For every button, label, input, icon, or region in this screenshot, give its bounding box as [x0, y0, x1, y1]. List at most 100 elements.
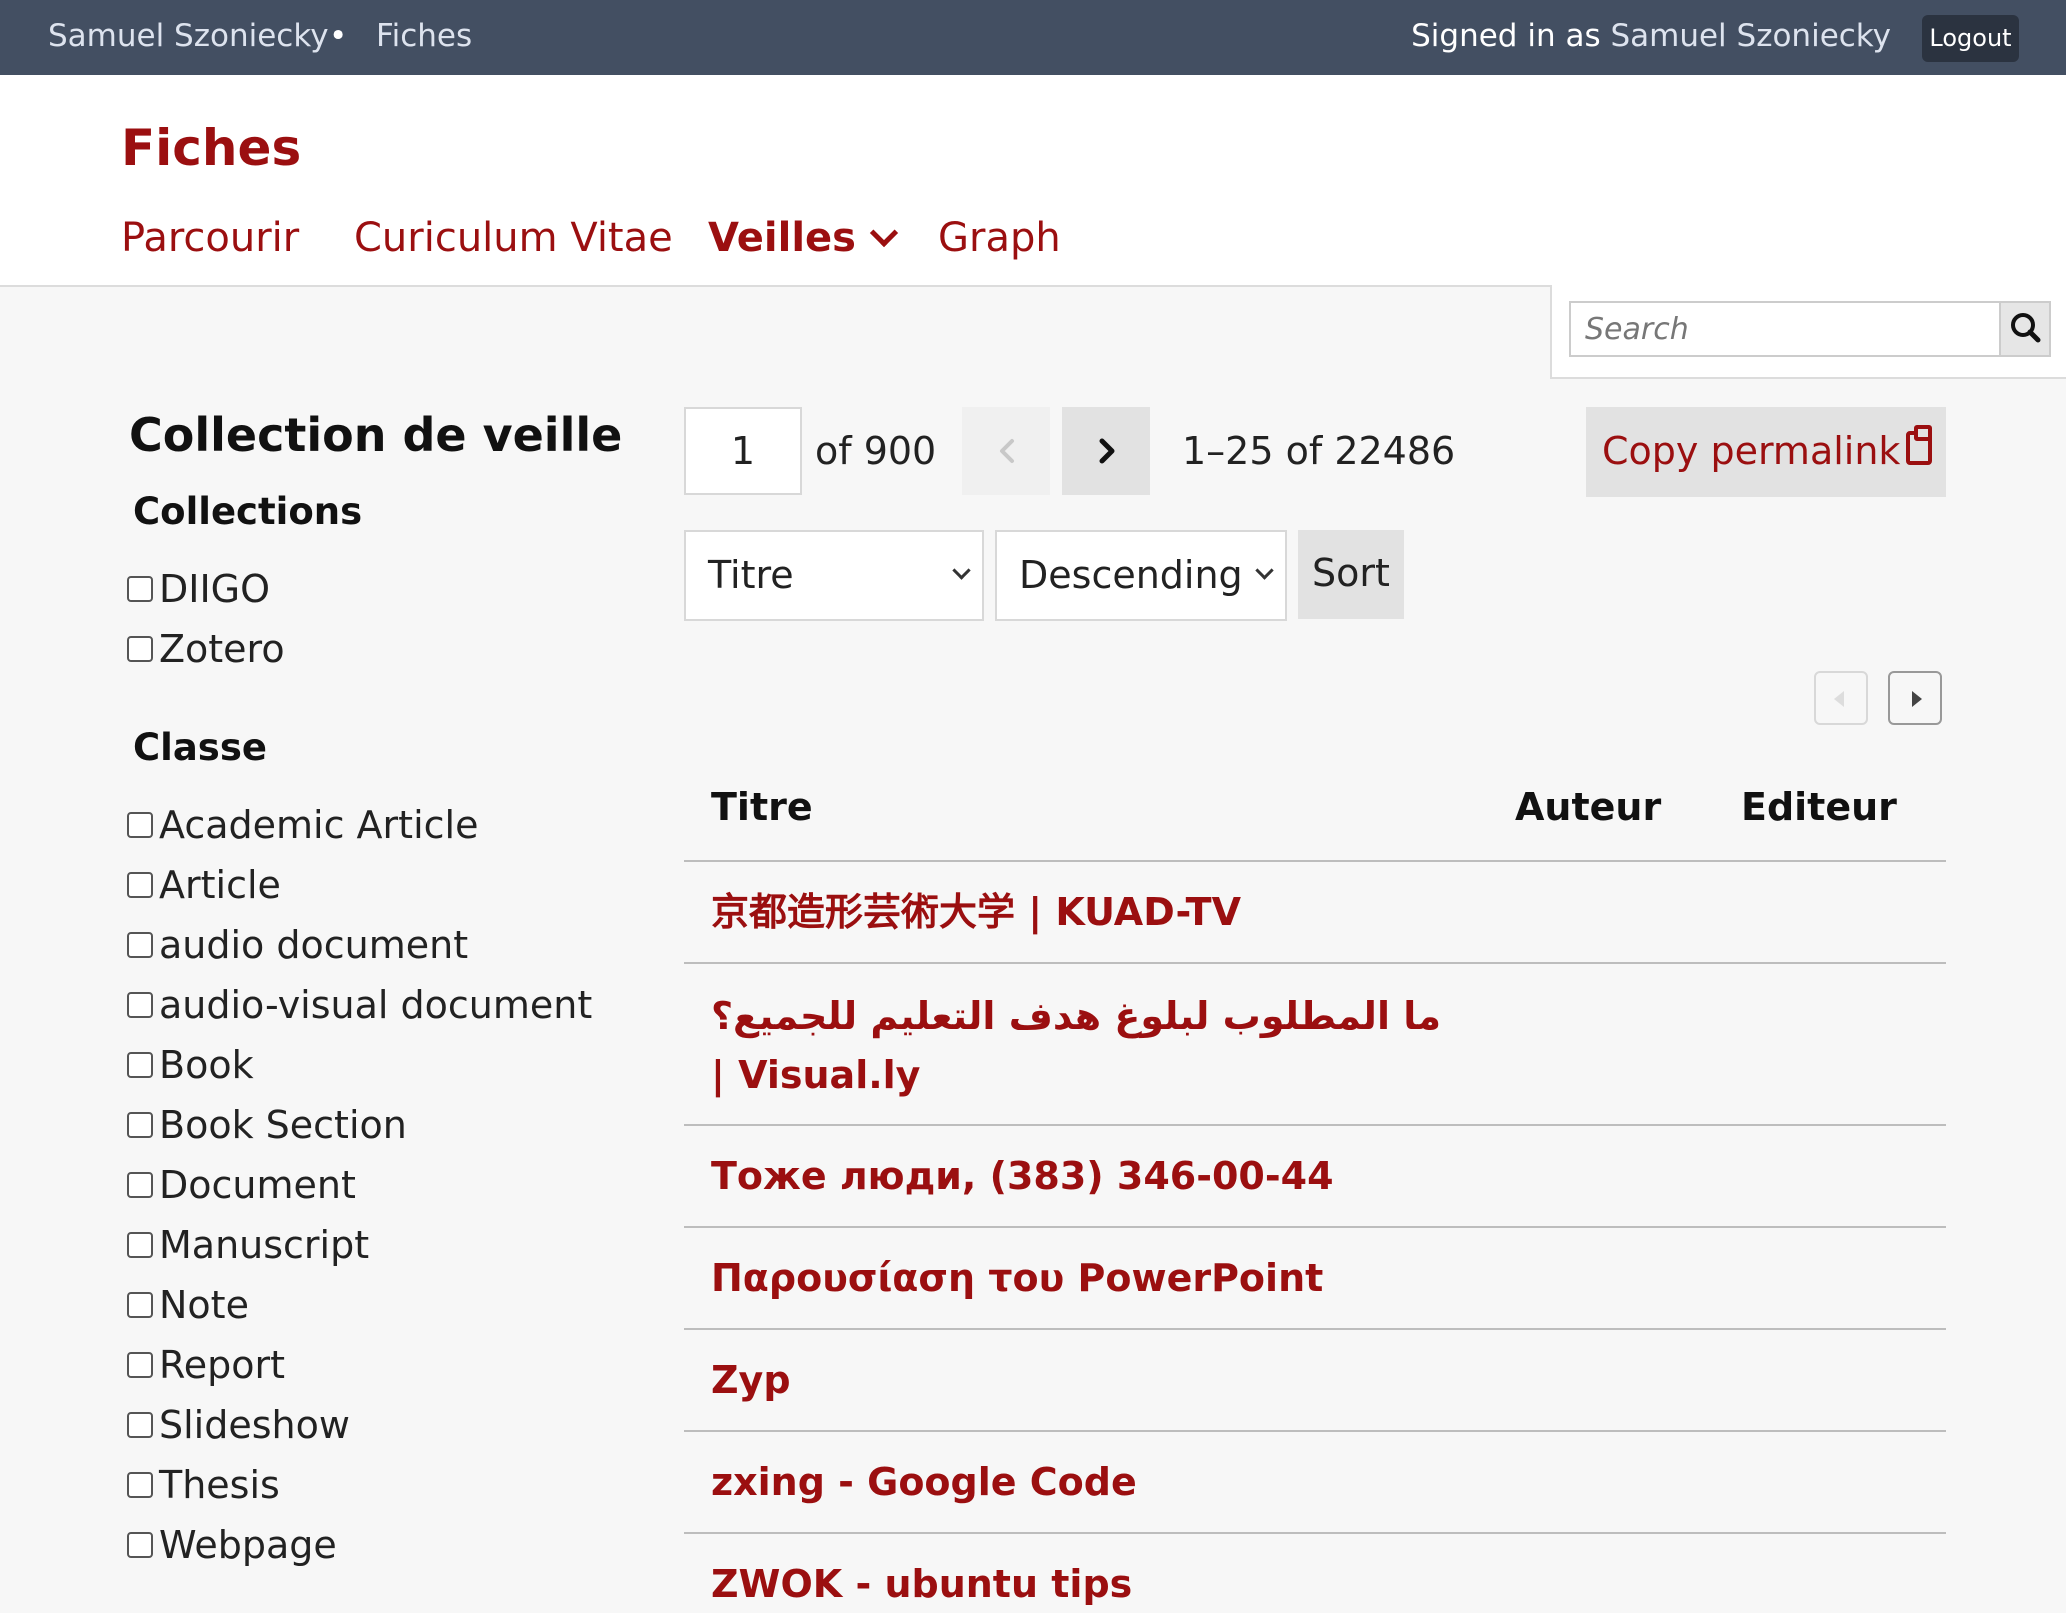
checkbox[interactable]	[127, 1051, 153, 1078]
chevron-right-icon	[1099, 438, 1115, 464]
facet-classe-note[interactable]: Note	[127, 1280, 249, 1330]
facet-label: Zotero	[159, 627, 285, 671]
facet-label: Book	[159, 1043, 254, 1087]
previous-page-button[interactable]	[962, 407, 1050, 495]
facet-label: Document	[159, 1163, 356, 1207]
sidebar-title: Collection de veille	[129, 408, 623, 462]
page-count: of 900	[815, 429, 937, 473]
signed-in-user-link[interactable]: Samuel Szoniecky	[1610, 18, 1891, 54]
table-row-title-link[interactable]: ما المطلوب لبلوغ هدف التعليم للجميع؟	[711, 987, 1441, 1045]
chevron-down-icon	[952, 561, 971, 580]
facet-classe-audio-visual-document[interactable]: audio-visual document	[127, 980, 592, 1030]
facet-collection-zotero[interactable]: Zotero	[127, 624, 285, 674]
table-scroll-right-button[interactable]	[1888, 671, 1942, 725]
facet-classe-thesis[interactable]: Thesis	[127, 1460, 280, 1510]
table-row-title-link[interactable]: ZWOK - ubuntu tips	[711, 1555, 1132, 1613]
nav-veilles-label: Veilles	[708, 215, 856, 261]
caret-right-icon	[1912, 691, 1922, 707]
copy-permalink-label: Copy permalink	[1602, 429, 1901, 473]
checkbox[interactable]	[127, 811, 153, 838]
facet-label: audio-visual document	[159, 983, 593, 1027]
site-title[interactable]: Fiches	[121, 119, 301, 177]
facet-label: Report	[159, 1343, 285, 1387]
page-number-input[interactable]: 1	[684, 407, 802, 495]
facet-classe-report[interactable]: Report	[127, 1340, 285, 1390]
table-row-title-link[interactable]: 京都造形芸術大学 | KUAD-TV	[711, 883, 1241, 941]
table-row-title-link[interactable]: zxing - Google Code	[711, 1453, 1137, 1511]
table-divider	[684, 1124, 1946, 1126]
checkbox[interactable]	[127, 575, 153, 602]
table-row-title-link-continued[interactable]: | Visual.ly	[711, 1046, 920, 1104]
checkbox[interactable]	[127, 1351, 153, 1378]
facet-classe-book-section[interactable]: Book Section	[127, 1100, 407, 1150]
search-button[interactable]	[1999, 301, 2051, 357]
checkbox[interactable]	[127, 1171, 153, 1198]
table-divider	[684, 860, 1946, 862]
column-header-auteur[interactable]: Auteur	[1515, 785, 1661, 829]
classe-heading: Classe	[133, 726, 267, 769]
table-divider	[684, 1532, 1946, 1534]
facet-collection-diigo[interactable]: DIIGO	[127, 564, 270, 614]
table-row-title-link[interactable]: Zyp	[711, 1351, 791, 1409]
facet-classe-slideshow[interactable]: Slideshow	[127, 1400, 350, 1450]
next-page-button[interactable]	[1062, 407, 1150, 495]
facet-label: Article	[159, 863, 281, 907]
facet-classe-academic-article[interactable]: Academic Article	[127, 800, 478, 850]
checkbox[interactable]	[127, 931, 153, 958]
facet-label: Thesis	[159, 1463, 280, 1507]
facet-label: Book Section	[159, 1103, 407, 1147]
signed-in-prefix: Signed in as	[1411, 18, 1601, 54]
nav-curiculum-vitae[interactable]: Curiculum Vitae	[354, 215, 673, 261]
sort-order-select[interactable]: Descending	[995, 530, 1287, 621]
search-input[interactable]	[1569, 301, 1999, 357]
breadcrumb-separator: •	[329, 18, 348, 54]
admin-bar: Samuel Szoniecky • Fiches Signed in as S…	[0, 0, 2066, 75]
result-range: 1–25 of 22486	[1182, 429, 1456, 473]
checkbox[interactable]	[127, 1291, 153, 1318]
facet-label: Note	[159, 1283, 249, 1327]
facet-classe-article[interactable]: Article	[127, 860, 281, 910]
sort-order-value: Descending	[1019, 553, 1243, 597]
facet-classe-manuscript[interactable]: Manuscript	[127, 1220, 369, 1270]
column-header-titre[interactable]: Titre	[711, 785, 813, 829]
checkbox[interactable]	[127, 991, 153, 1018]
copy-permalink-button[interactable]: Copy permalink	[1586, 407, 1946, 497]
sort-button[interactable]: Sort	[1298, 530, 1404, 619]
collections-heading: Collections	[133, 490, 363, 533]
column-header-editeur[interactable]: Editeur	[1741, 785, 1897, 829]
facet-classe-webpage[interactable]: Webpage	[127, 1520, 337, 1570]
breadcrumb-site-link[interactable]: Fiches	[376, 0, 472, 75]
checkbox[interactable]	[127, 1411, 153, 1438]
sort-field-value: Titre	[708, 553, 794, 597]
facet-classe-book[interactable]: Book	[127, 1040, 254, 1090]
table-divider	[684, 1328, 1946, 1330]
checkbox[interactable]	[127, 1231, 153, 1258]
facet-label: audio document	[159, 923, 469, 967]
checkbox[interactable]	[127, 635, 153, 662]
caret-left-icon	[1834, 691, 1844, 707]
checkbox[interactable]	[127, 1531, 153, 1558]
logout-button[interactable]: Logout	[1922, 15, 2019, 62]
facet-label: Webpage	[159, 1523, 337, 1567]
clipboard-icon	[1906, 425, 1932, 465]
chevron-down-icon	[1255, 561, 1274, 580]
checkbox[interactable]	[127, 1111, 153, 1138]
facet-label: Manuscript	[159, 1223, 370, 1267]
breadcrumb-user-link[interactable]: Samuel Szoniecky	[48, 0, 329, 75]
checkbox[interactable]	[127, 871, 153, 898]
chevron-left-icon	[1000, 439, 1014, 463]
table-scroll-left-button[interactable]	[1814, 671, 1868, 725]
sort-field-select[interactable]: Titre	[684, 530, 984, 621]
nav-parcourir[interactable]: Parcourir	[121, 215, 299, 261]
facet-label: Academic Article	[159, 803, 479, 847]
search-icon	[2011, 313, 2041, 343]
facet-classe-document[interactable]: Document	[127, 1160, 356, 1210]
nav-graph[interactable]: Graph	[938, 215, 1061, 261]
nav-veilles[interactable]: Veilles	[708, 215, 899, 261]
facet-label: Slideshow	[159, 1403, 350, 1447]
table-row-title-link[interactable]: Παρουσίαση του PowerPoint	[711, 1249, 1323, 1307]
table-divider	[684, 1430, 1946, 1432]
table-row-title-link[interactable]: Тоже люди, (383) 346-00-44	[711, 1147, 1334, 1205]
facet-classe-audio-document[interactable]: audio document	[127, 920, 468, 970]
checkbox[interactable]	[127, 1471, 153, 1498]
